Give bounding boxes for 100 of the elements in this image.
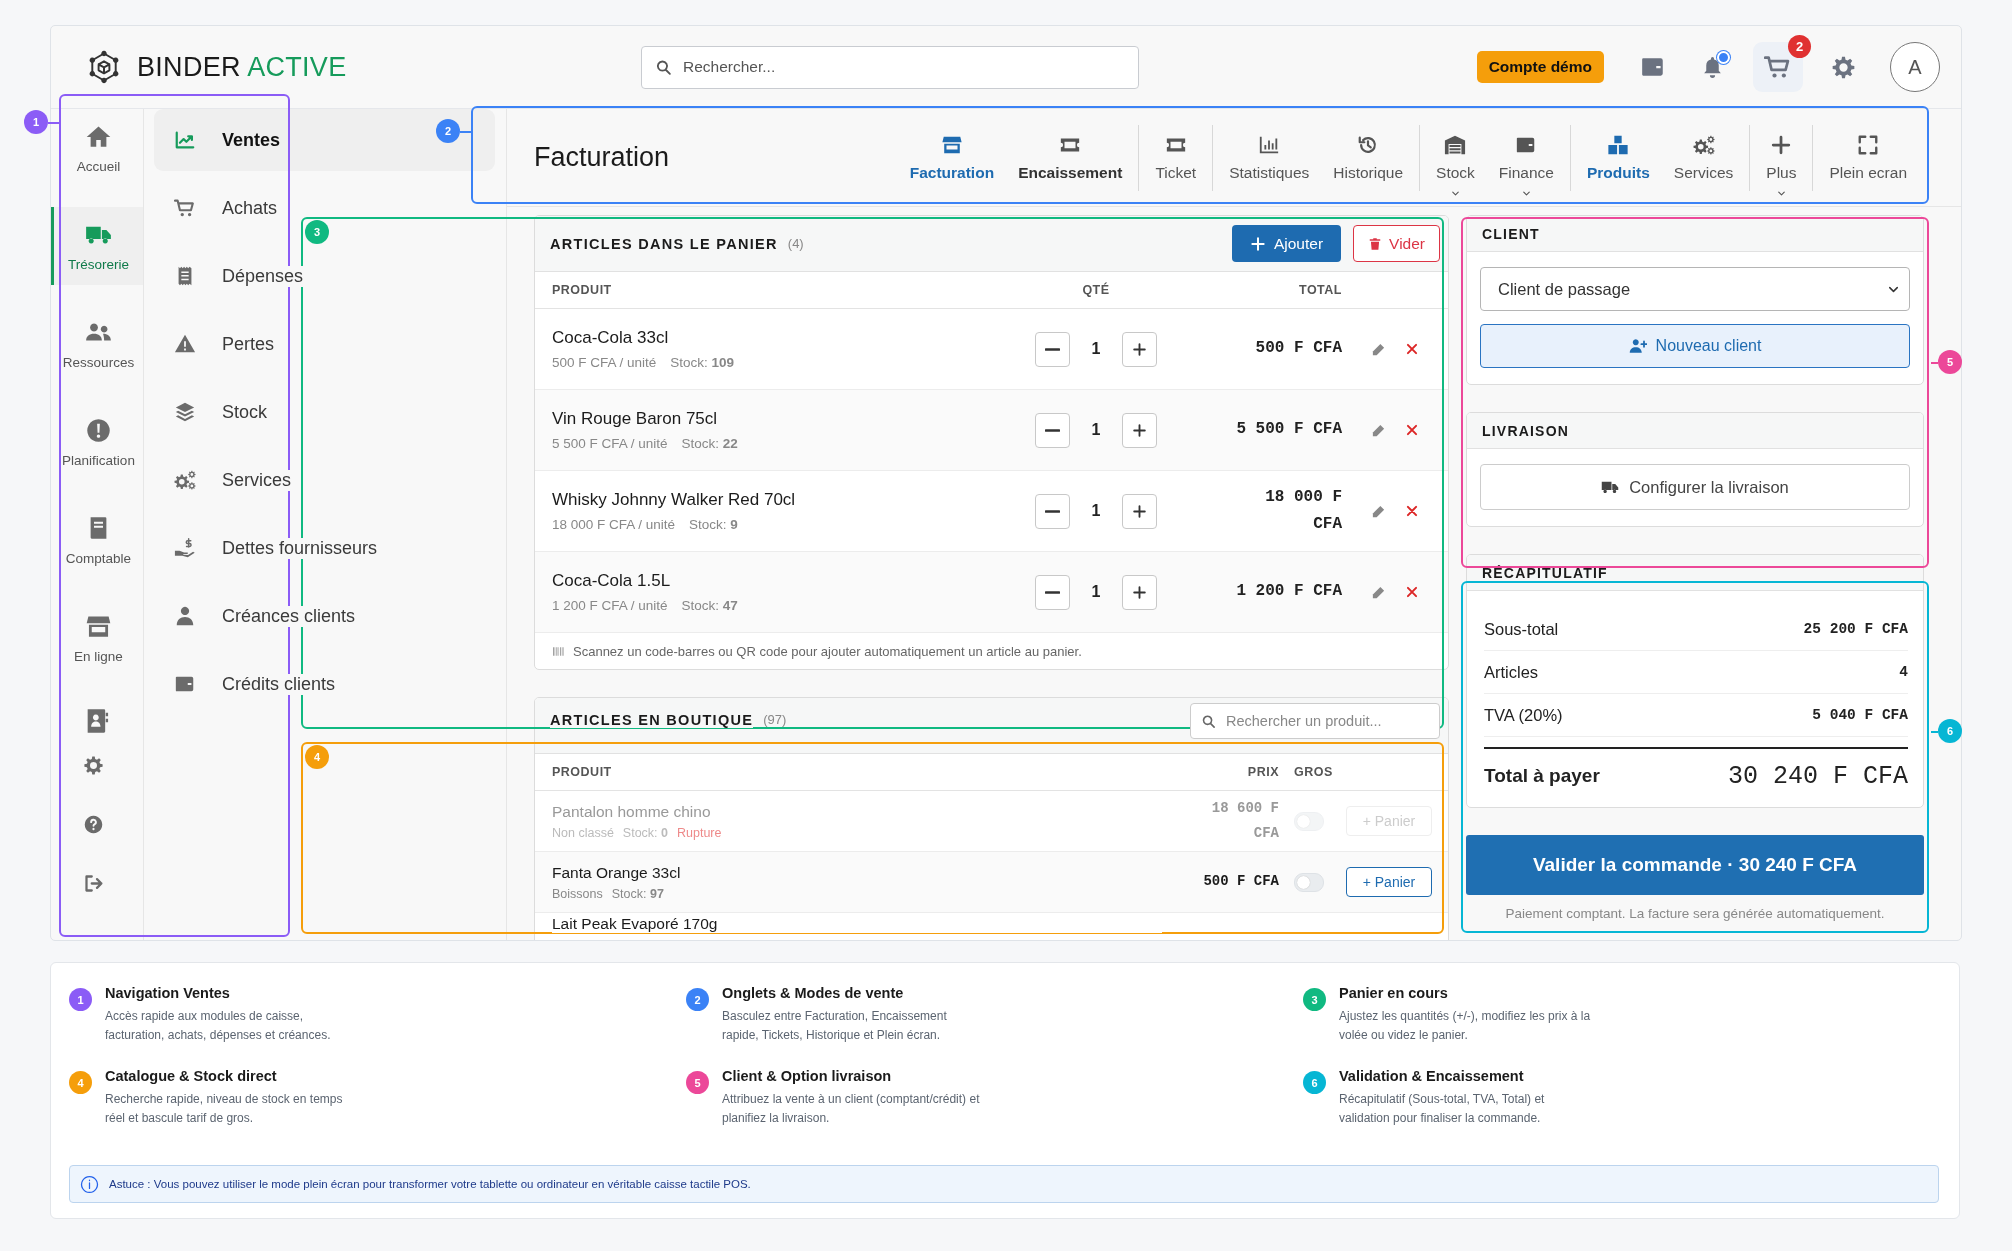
pencil-icon[interactable] — [1371, 584, 1386, 600]
menu-item[interactable]: Services — [154, 449, 495, 511]
unit-price: 500 F CFA / unité — [552, 355, 657, 370]
legend-number: 5 — [686, 1071, 709, 1095]
decrease-button[interactable] — [1035, 331, 1070, 367]
product-name: Fanta Orange 33cl — [552, 863, 682, 882]
product-name: Lait Peak Evaporé 170g — [552, 915, 1162, 933]
delivery-button[interactable]: Configurer la livraison — [1480, 464, 1910, 510]
rail-item[interactable]: Accueil — [51, 109, 143, 187]
rail-item[interactable]: Trésorerie — [51, 207, 143, 285]
decrease-button[interactable] — [1035, 493, 1070, 529]
pencil-icon[interactable] — [1371, 503, 1386, 519]
search-field[interactable]: Rechercher... — [641, 45, 1139, 89]
plus-icon — [1132, 422, 1147, 438]
clear-button[interactable]: Vider — [1353, 225, 1440, 262]
toolbar-tab[interactable]: Produits — [1575, 133, 1662, 182]
menu-item[interactable]: Stock — [154, 381, 495, 443]
decrease-button[interactable] — [1035, 574, 1070, 610]
toolbar-tab[interactable]: Historique — [1321, 133, 1416, 182]
page-title: Facturation — [534, 142, 670, 173]
summary-label: TVA (20%) — [1484, 705, 1563, 725]
column-header: PRODUIT — [552, 283, 613, 297]
add-to-cart-button[interactable]: + Panier — [1346, 867, 1432, 897]
settings-icon[interactable] — [1831, 54, 1856, 80]
x-icon[interactable] — [1405, 342, 1419, 356]
increase-button[interactable] — [1122, 331, 1157, 367]
legend-title: Panier en cours — [1339, 985, 1449, 1001]
cart-icon — [174, 197, 196, 219]
line-total: 500 F CFA — [1255, 338, 1342, 360]
summary-value: 4 — [1899, 664, 1908, 680]
client-select[interactable]: Client de passage — [1480, 267, 1910, 311]
product-search-field[interactable]: Rechercher un produit... — [1190, 702, 1440, 739]
toolbar-tab[interactable]: Finance — [1486, 133, 1566, 182]
legend-title: Client & Option livraison — [722, 1068, 893, 1085]
legend-title: Catalogue & Stock direct — [105, 1068, 278, 1085]
column-header: GROS — [1293, 765, 1334, 779]
toolbar-tab[interactable]: Ticket — [1143, 133, 1209, 182]
validate-order-button[interactable]: Valider la commande · 30 240 F CFA — [1466, 835, 1924, 895]
product-name: Coca-Cola 1.5L — [552, 571, 672, 591]
menu-item[interactable]: Dettes fournisseurs — [154, 517, 495, 579]
rail-item[interactable]: Comptable — [51, 501, 143, 579]
quantity-value: 1 — [1090, 502, 1102, 520]
card-title: LIVRAISON — [1467, 413, 1923, 449]
legend-description: Accès rapide aux modules de caisse, facturation, achats, dépenses et créances. — [105, 1008, 332, 1044]
rail-item[interactable]: Planification — [51, 403, 143, 481]
toolbar-tab[interactable]: Plein ecran — [1817, 133, 1919, 182]
minus-icon — [1045, 590, 1060, 594]
quantity-value: 1 — [1090, 340, 1102, 358]
toolbar-tab[interactable]: Statistiques — [1217, 133, 1322, 182]
add-button[interactable]: Ajouter — [1231, 225, 1342, 262]
increase-button[interactable] — [1122, 412, 1157, 448]
stock-level: Stock: 47 — [681, 598, 738, 613]
toolbar-tab[interactable]: Facturation — [897, 133, 1007, 182]
settings-icon[interactable] — [82, 755, 104, 776]
increase-button[interactable] — [1122, 574, 1157, 610]
legend-title: Validation & Encaissement — [1339, 1068, 1525, 1085]
gears-icon — [174, 469, 196, 491]
pencil-icon[interactable] — [1371, 422, 1386, 438]
decrease-button[interactable] — [1035, 412, 1070, 448]
toolbar-tab[interactable]: Stock — [1424, 133, 1487, 182]
rail-item[interactable]: En ligne — [51, 599, 143, 677]
menu-item[interactable]: Crédits clients — [154, 653, 495, 715]
wholesale-toggle[interactable] — [1294, 872, 1324, 892]
alert-icon — [85, 416, 112, 444]
plus-icon — [1770, 133, 1793, 156]
hand-coin-icon — [174, 537, 196, 559]
legend-description: Récapitulatif (Sous-total, TVA, Total) et validation pour finaliser la commande. — [1339, 1091, 1546, 1127]
logout-icon[interactable] — [82, 873, 104, 894]
toolbar-tab[interactable]: Encaissement — [1006, 133, 1135, 182]
new-client-button[interactable]: Nouveau client — [1480, 324, 1910, 368]
menu-item[interactable]: Pertes — [154, 313, 495, 375]
legend-description: Ajustez les quantités (+/-), modifiez les prix à la volée ou videz le panier. — [1339, 1008, 1592, 1044]
person-icon — [174, 605, 196, 627]
summary-label: Sous-total — [1484, 619, 1559, 639]
barcode-icon — [552, 644, 565, 658]
unit-price: 5 500 F CFA / unité — [552, 436, 668, 451]
rail-item[interactable]: Ressources — [51, 305, 143, 383]
pencil-icon[interactable] — [1371, 341, 1386, 357]
x-icon[interactable] — [1405, 504, 1419, 518]
demo-account-badge[interactable]: Compte démo — [1476, 51, 1604, 83]
menu-item[interactable]: Créances clients — [154, 585, 495, 647]
line-total: 5 500 F CFA — [1236, 419, 1342, 441]
x-icon[interactable] — [1405, 423, 1419, 437]
cart-button[interactable] — [1753, 42, 1803, 92]
legend-number: 4 — [69, 1071, 92, 1095]
search-icon — [655, 58, 672, 76]
minus-icon — [1045, 509, 1060, 513]
toolbar-tab[interactable]: Services — [1661, 133, 1746, 182]
increase-button[interactable] — [1122, 493, 1157, 529]
search-icon — [1201, 713, 1216, 729]
plus-icon — [1249, 235, 1266, 252]
quantity-value: 1 — [1090, 421, 1102, 439]
menu-item[interactable]: Dépenses — [154, 245, 495, 307]
x-icon[interactable] — [1405, 585, 1419, 599]
help-icon[interactable] — [82, 814, 104, 835]
summary-value: 25 200 F CFA — [1803, 621, 1908, 637]
stock-level: Stock: 9 — [689, 517, 738, 532]
legend-number: 2 — [686, 988, 709, 1011]
toolbar-tab[interactable]: Plus — [1754, 133, 1809, 182]
avatar[interactable]: A — [1890, 42, 1940, 92]
